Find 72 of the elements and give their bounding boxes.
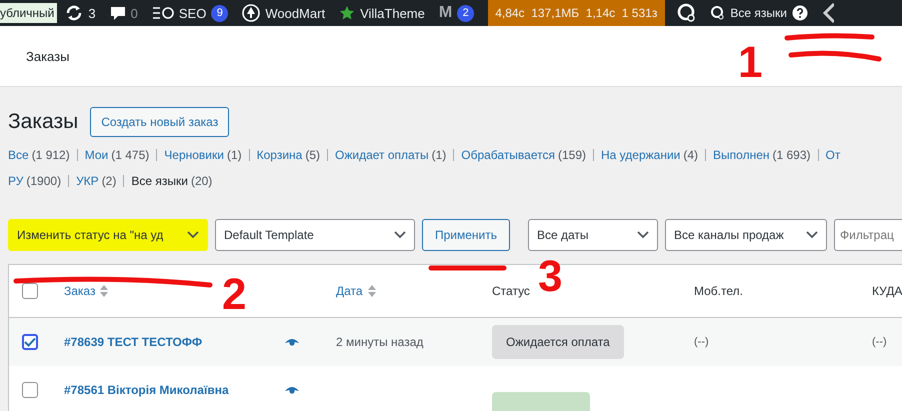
comment-icon[interactable]: [110, 5, 126, 21]
filter-link[interactable]: Все языки: [131, 174, 188, 188]
star-icon[interactable]: [339, 5, 356, 21]
column-header[interactable]: Заказ: [64, 284, 96, 298]
menu-label[interactable]: SEO: [178, 6, 206, 20]
eye-icon[interactable]: [284, 385, 300, 395]
column-header[interactable]: Дата: [336, 284, 363, 298]
filter-link[interactable]: Все: [8, 148, 29, 162]
order-link[interactable]: #78639 ТЕСТ ТЕСТОФФ: [64, 335, 202, 349]
filter-link[interactable]: Корзина: [256, 148, 302, 162]
filter-link[interactable]: Черновики: [164, 148, 224, 162]
comment-count[interactable]: 0: [130, 6, 138, 20]
help-icon[interactable]: [792, 5, 808, 21]
page-title: Заказы: [8, 110, 78, 134]
column-header: Статус: [492, 284, 530, 298]
annotation-number: 3: [538, 252, 562, 301]
filter-count: (159): [558, 148, 586, 162]
order-date: 2 минуты назад: [336, 335, 424, 349]
filter-count: (1): [432, 148, 446, 162]
annotation-number: 2: [222, 270, 246, 319]
select-all-checkbox[interactable]: [22, 283, 38, 299]
add-order-button[interactable]: Создать новый заказ: [90, 107, 230, 137]
dropdown[interactable]: Изменить статус на "на уд: [8, 219, 208, 251]
plugin-logo[interactable]: M: [438, 4, 452, 22]
status-badge: Ожидается оплата: [492, 325, 624, 359]
count-badge: 2: [457, 4, 474, 22]
annotation-number: 1: [738, 38, 762, 87]
language-switcher[interactable]: Все языки: [730, 6, 787, 20]
filter-count: (5): [305, 148, 320, 162]
chevron-icon: [637, 231, 649, 239]
column-header: Моб.тел.: [694, 284, 743, 298]
filter-count: (1 475): [111, 148, 150, 162]
filter-link[interactable]: РУ: [8, 174, 24, 188]
apply-button[interactable]: Применить: [422, 219, 510, 251]
dropdown[interactable]: Все даты: [528, 219, 658, 251]
filter-count: (2): [102, 174, 116, 188]
filter-link[interactable]: Мои: [84, 148, 108, 162]
eye-icon[interactable]: [284, 337, 300, 347]
count-badge: 9: [211, 4, 228, 22]
header-title: Заказы: [26, 48, 70, 64]
seo-icon[interactable]: [152, 6, 174, 20]
chevron-icon: [394, 231, 406, 239]
destination-cell: (--): [872, 336, 887, 348]
sync-icon[interactable]: [65, 5, 84, 21]
order-link[interactable]: #78561 Вікторія Миколаївна: [64, 383, 229, 397]
row-checkbox[interactable]: [22, 382, 38, 398]
site-status-badge: убличный: [0, 3, 58, 23]
filter-link[interactable]: На удержании: [601, 148, 680, 162]
filter-link[interactable]: От: [826, 148, 840, 162]
row-checkbox[interactable]: [22, 334, 38, 350]
filter-count: (1 693): [772, 148, 811, 162]
filter-count: (4): [683, 148, 698, 162]
filter-field[interactable]: Фильтрац: [834, 219, 902, 251]
dropdown[interactable]: Default Template: [215, 219, 415, 251]
filter-count: (1900): [26, 174, 62, 188]
filter-count: (1 912): [32, 148, 70, 162]
checkmark-icon: [24, 337, 36, 347]
phone-cell: (--): [694, 336, 709, 348]
column-header: КУДА: [872, 284, 902, 298]
filter-count: (20): [190, 174, 212, 188]
dropdown[interactable]: Все каналы продаж: [665, 219, 827, 251]
menu-label[interactable]: WoodMart: [265, 6, 326, 20]
filter-link[interactable]: УКР: [76, 174, 99, 188]
filter-link[interactable]: Выполнен: [713, 148, 770, 162]
menu-label[interactable]: VillaTheme: [360, 6, 425, 20]
filter-link[interactable]: Обрабатывается: [461, 148, 555, 162]
chevron-icon: [187, 231, 199, 239]
update-count[interactable]: 3: [88, 6, 96, 20]
chevron-icon: [806, 231, 818, 239]
filter-count: (1): [226, 148, 242, 162]
performance-metrics[interactable]: 4,84с 137,1МБ 1,14с 1 531з: [488, 0, 666, 26]
filter-link[interactable]: Ожидает оплаты: [335, 148, 429, 162]
